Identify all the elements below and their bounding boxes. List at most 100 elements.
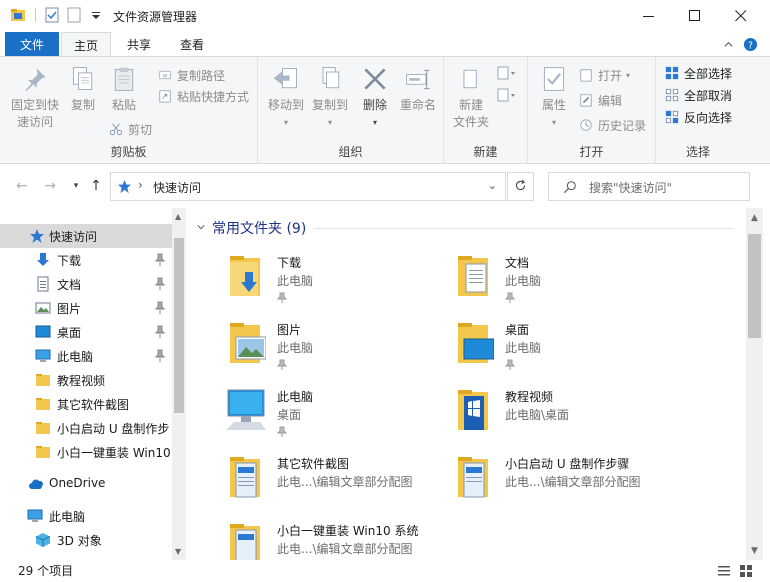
refresh-button[interactable] xyxy=(507,172,534,201)
easy-access-icon[interactable] xyxy=(496,87,518,103)
explorer-folder-icon[interactable] xyxy=(10,7,26,23)
help-icon[interactable]: ? xyxy=(742,36,758,52)
open-button[interactable]: 打开 ▾ xyxy=(578,65,630,85)
copy-button[interactable]: 复制 xyxy=(66,63,100,114)
up-arrow-icon[interactable]: ↑ xyxy=(88,178,104,194)
new-folder-button[interactable]: 新建 文件夹 xyxy=(450,63,492,131)
nav-item-usb-boot-steps[interactable]: 小白启动 U 盘制作步 xyxy=(0,416,172,440)
organize-group: 移动到 ▾ 复制到 ▾ 删除 ▾ 重命名 组织 xyxy=(258,57,444,164)
scroll-down-arrow-icon[interactable]: ▼ xyxy=(175,547,181,556)
open-icon xyxy=(578,67,594,83)
organize-group-label: 组织 xyxy=(338,145,363,159)
nav-item-quick-access[interactable]: 快速访问 xyxy=(0,224,172,248)
pin-to-quick-access-button[interactable]: 固定到快 速访问 xyxy=(8,63,62,131)
quick-access-toolbar-dropdown-icon[interactable] xyxy=(88,7,104,23)
tile-documents[interactable]: 文档 此电脑 xyxy=(414,252,644,314)
nav-item-tutorial-videos[interactable]: 教程视频 xyxy=(0,368,172,392)
tile-downloads[interactable]: 下载 此电脑 xyxy=(186,252,416,314)
pin-icon xyxy=(154,325,166,339)
frequent-folders-header[interactable]: 常用文件夹 (9) xyxy=(196,218,306,238)
pin-icon xyxy=(276,359,288,371)
new-item-icon[interactable] xyxy=(496,65,518,81)
address-bar[interactable]: › 快速访问 ⌄ xyxy=(110,172,506,201)
nav-scroll-thumb[interactable] xyxy=(174,238,184,413)
pin-label-2: 速访问 xyxy=(16,115,53,129)
tile-win10-reinstall[interactable]: 小白一键重装 Win10 系统 此电...\编辑文章部分配图 xyxy=(186,520,418,560)
scissors-icon xyxy=(108,121,124,137)
invert-selection-button[interactable]: 反向选择 xyxy=(664,107,732,127)
address-path: 快速访问 xyxy=(153,181,202,195)
tile-software-screenshots[interactable]: 其它软件截图 此电...\编辑文章部分配图 xyxy=(186,453,416,515)
cut-button[interactable]: 剪切 xyxy=(108,119,152,139)
nav-item-desktop[interactable]: 桌面 xyxy=(0,320,172,344)
address-dropdown-icon[interactable]: ⌄ xyxy=(488,179,497,192)
pin-icon xyxy=(504,292,516,304)
move-to-icon xyxy=(271,63,301,95)
tab-home[interactable]: 主页 xyxy=(61,32,111,57)
picture-icon xyxy=(35,300,51,316)
tab-share[interactable]: 共享 xyxy=(116,32,162,56)
paste-shortcut-button[interactable]: 粘贴快捷方式 xyxy=(157,86,249,106)
properties-quick-icon[interactable] xyxy=(44,7,60,23)
group-title: 常用文件夹 (9) xyxy=(212,221,307,237)
select-all-button[interactable]: 全部选择 xyxy=(664,63,732,83)
delete-x-icon xyxy=(360,63,390,95)
pin-icon xyxy=(154,277,166,291)
content-scroll-thumb[interactable] xyxy=(748,234,761,338)
tile-this-pc[interactable]: 此电脑 桌面 xyxy=(186,386,416,448)
tile-name: 其它软件截图 xyxy=(277,457,350,471)
maximize-button[interactable] xyxy=(672,0,718,32)
new-folder-quick-icon[interactable] xyxy=(66,7,82,23)
nav-item-this-pc-root[interactable]: 此电脑 xyxy=(0,504,172,528)
computer-icon xyxy=(186,386,266,434)
large-icons-view-icon[interactable] xyxy=(738,563,754,579)
rename-button[interactable]: 重命名 xyxy=(396,63,440,114)
chevron-up-icon[interactable] xyxy=(720,36,736,52)
documents-folder-icon xyxy=(414,252,494,300)
select-all-icon xyxy=(664,65,680,81)
tile-desktop[interactable]: 桌面 此电脑 xyxy=(414,319,644,381)
edit-button[interactable]: 编辑 xyxy=(578,90,622,110)
copy-to-button[interactable]: 复制到 ▾ xyxy=(308,63,352,131)
tab-view[interactable]: 查看 xyxy=(170,32,214,56)
nav-item-pictures[interactable]: 图片 xyxy=(0,296,172,320)
minimize-button[interactable] xyxy=(626,0,672,32)
delete-button[interactable]: 删除 ▾ xyxy=(358,63,392,131)
copy-path-button[interactable]: W 复制路径 xyxy=(157,65,225,85)
tab-file[interactable]: 文件 xyxy=(5,32,59,56)
move-to-button[interactable]: 移动到 ▾ xyxy=(264,63,308,131)
nav-item-downloads[interactable]: 下载 xyxy=(0,248,172,272)
scroll-up-arrow-icon[interactable]: ▲ xyxy=(175,212,181,221)
item-count: 29 个项目 xyxy=(18,564,74,578)
details-view-icon[interactable] xyxy=(716,563,732,579)
tile-pictures[interactable]: 图片 此电脑 xyxy=(186,319,416,381)
nav-item-this-pc[interactable]: 此电脑 xyxy=(0,344,172,368)
dropdown-caret-icon: ▾ xyxy=(551,118,556,127)
nav-label: 其它软件截图 xyxy=(57,398,130,412)
nav-item-documents[interactable]: 文档 xyxy=(0,272,172,296)
tile-name: 图片 xyxy=(277,323,302,337)
nav-pane-scrollbar[interactable]: ▲ ▼ xyxy=(172,208,186,560)
nav-label: 小白一键重装 Win10 xyxy=(57,446,171,460)
win10-reinstall-folder-icon xyxy=(186,520,266,560)
scroll-up-arrow-icon[interactable]: ▲ xyxy=(749,212,760,223)
new-group: 新建 文件夹 新建 xyxy=(444,57,528,164)
content-scrollbar[interactable]: ▲ ▼ xyxy=(746,208,763,560)
recent-locations-icon[interactable]: ▾ xyxy=(68,178,84,194)
nav-item-onedrive[interactable]: OneDrive xyxy=(0,472,172,496)
close-button[interactable] xyxy=(718,0,764,32)
forward-arrow-icon[interactable]: → xyxy=(42,178,58,194)
tile-tutorial-videos[interactable]: 教程视频 此电脑\桌面 xyxy=(414,386,644,448)
select-none-button[interactable]: 全部取消 xyxy=(664,85,732,105)
nav-item-3d-objects[interactable]: 3D 对象 xyxy=(0,528,172,552)
back-arrow-icon[interactable]: ← xyxy=(14,178,30,194)
properties-button[interactable]: 属性 ▾ xyxy=(534,63,574,131)
paste-button[interactable]: 粘贴 xyxy=(106,63,142,114)
nav-item-software-screenshots[interactable]: 其它软件截图 xyxy=(0,392,172,416)
paste-shortcut-icon xyxy=(157,88,173,104)
search-box[interactable]: 搜索"快速访问" xyxy=(548,172,750,201)
scroll-down-arrow-icon[interactable]: ▼ xyxy=(749,545,760,556)
nav-item-win10-reinstall[interactable]: 小白一键重装 Win10 xyxy=(0,440,172,464)
tile-usb-boot-steps[interactable]: 小白启动 U 盘制作步骤 此电...\编辑文章部分配图 xyxy=(414,453,644,515)
history-button[interactable]: 历史记录 xyxy=(578,115,646,135)
